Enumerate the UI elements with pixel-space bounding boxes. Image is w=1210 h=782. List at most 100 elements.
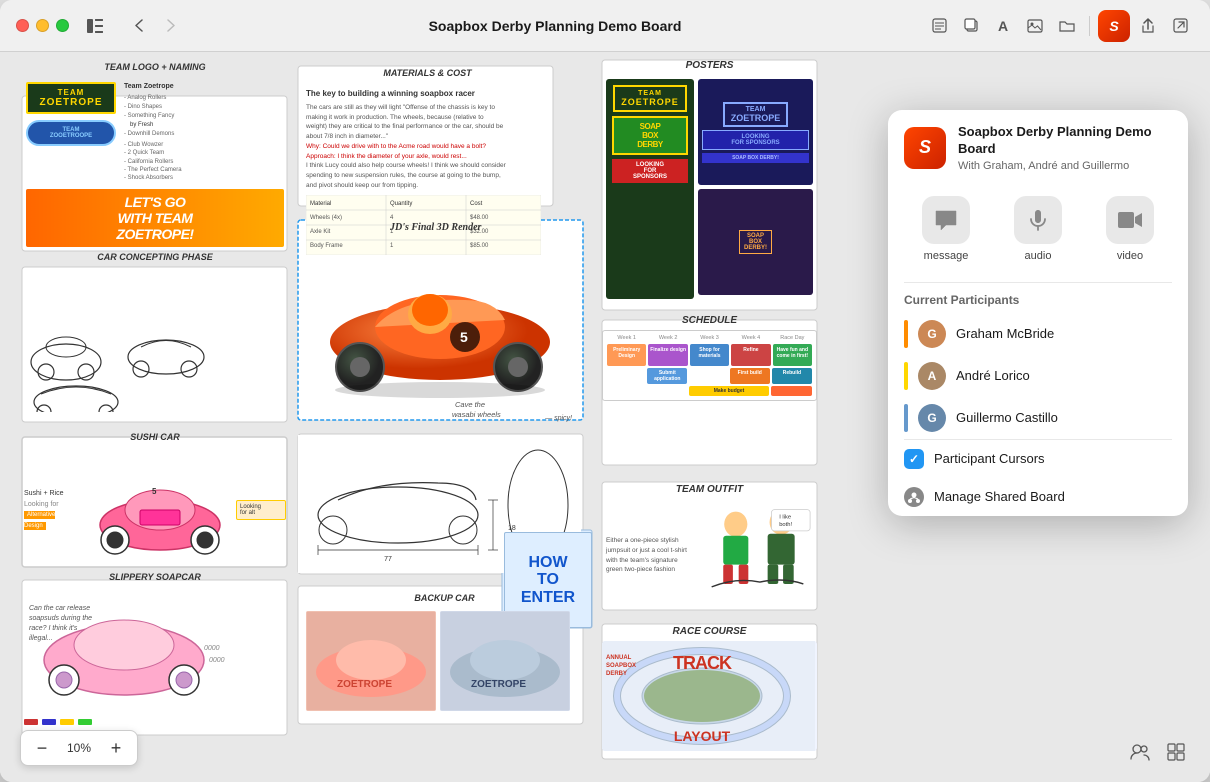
share-icon[interactable] [1134,12,1162,40]
svg-text:Material: Material [310,201,331,207]
forward-button[interactable] [157,12,185,40]
graham-name: Graham McBride [956,326,1054,341]
svg-text:both!: both! [779,522,792,528]
3d-render-section: 5 Cave the wasabi wheels — spicy! [300,242,580,417]
svg-text:SOAPBOX: SOAPBOX [606,663,636,669]
zoom-toolbar: − 10% + [20,730,138,766]
graham-indicator [904,320,908,348]
collaborators-icon[interactable] [1126,738,1154,766]
close-button[interactable] [16,19,29,32]
guillermo-indicator [904,404,908,432]
text-tool-icon[interactable]: A [989,12,1017,40]
svg-text:DERBY: DERBY [606,671,627,677]
sidebar-toggle-icon[interactable] [81,12,109,40]
svg-text:ANNUAL: ANNUAL [606,655,632,661]
audio-label: audio [1025,250,1052,262]
new-window-icon[interactable] [1166,12,1194,40]
window: Soapbox Derby Planning Demo Board A [0,0,1210,782]
app-logo[interactable]: S [1098,10,1130,42]
svg-text:TRACK: TRACK [673,653,732,673]
minimize-button[interactable] [36,19,49,32]
team-outfit-section: TEAM OUTFIT Either a one-piece stylish j… [602,484,817,609]
svg-text:Cave the: Cave the [455,400,485,409]
manage-shared-board-option[interactable]: Manage Shared Board [888,478,1188,516]
race-course-title: RACE COURSE [602,626,817,637]
svg-text:Cost: Cost [470,201,483,207]
section-materials: MATERIALS & COST The key to building a w… [300,68,555,265]
cursors-label: Participant Cursors [934,451,1045,466]
manage-board-label: Manage Shared Board [934,489,1065,504]
svg-text:ZOETROPE: ZOETROPE [337,679,392,690]
nav-buttons [125,12,185,40]
titlebar: Soapbox Derby Planning Demo Board A [0,0,1210,52]
popup-app-icon: S [904,127,946,169]
posters-title: POSTERS [602,60,817,71]
zoom-out-button[interactable]: − [31,737,53,759]
canvas-area[interactable]: TEAM LOGO + NAMING TEAM ZOETROPE TEAM ZO… [0,52,1210,782]
materials-title: MATERIALS & COST [300,68,555,78]
popup-header: S Soapbox Derby Planning Demo Board With… [888,110,1188,182]
video-label: video [1117,250,1143,262]
cave-wheels-note: — spicy! [545,415,572,422]
backup-car-section: BACKUP CAR ZOETROPE [300,589,583,721]
popup-header-text: Soapbox Derby Planning Demo Board With G… [958,124,1172,172]
titlebar-actions: A S [925,10,1194,42]
traffic-lights [16,19,69,32]
insert-image-icon[interactable] [1021,12,1049,40]
svg-text:race? I think it's: race? I think it's [29,625,78,632]
svg-text:wasabi wheels: wasabi wheels [452,410,501,417]
zoom-display: 10% [61,741,97,755]
message-button[interactable]: message [904,188,988,270]
manage-board-icon [904,487,924,507]
popup-board-title: Soapbox Derby Planning Demo Board [958,124,1172,158]
sushi-car-title: SUSHI CAR [20,432,290,442]
outfit-title: TEAM OUTFIT [602,484,817,495]
posters-section: POSTERS TEAM ZOETROPE SOAP BOX DERBY LOO… [602,60,817,310]
video-button[interactable]: video [1088,188,1172,270]
participants-section-title: Current Participants [888,283,1188,313]
section-car-concepting: CAR CONCEPTING PHASE [20,252,290,423]
copy-board-icon[interactable] [957,12,985,40]
guillermo-avatar: G [918,404,946,432]
section-sushi-car: SUSHI CAR Sushi + Rice Looking for Alter… [20,432,290,574]
message-label: message [924,250,969,262]
car-concepting-title: CAR CONCEPTING PHASE [20,252,290,262]
svg-text:LAYOUT: LAYOUT [674,728,731,744]
back-button[interactable] [125,12,153,40]
svg-text:Wheels (4x): Wheels (4x) [310,215,342,221]
svg-text:ZOETROPE: ZOETROPE [471,679,526,690]
svg-text:Axle Kit: Axle Kit [310,229,331,235]
bottom-right-toolbar [1126,738,1190,766]
grid-view-icon[interactable] [1162,738,1190,766]
graham-avatar: G [918,320,946,348]
folder-icon[interactable] [1053,12,1081,40]
section-team-logo: TEAM LOGO + NAMING TEAM ZOETROPE TEAM ZO… [20,62,290,253]
popup-actions: message audio [888,182,1188,282]
guillermo-name: Guillermo Castillo [956,410,1058,425]
svg-text:0000: 0000 [209,657,225,664]
backup-car-title: BACKUP CAR [306,593,583,603]
participant-graham: G Graham McBride [888,313,1188,355]
participant-andre: A André Lorico [888,355,1188,397]
svg-text:Can the car release: Can the car release [29,605,90,612]
fullscreen-button[interactable] [56,19,69,32]
svg-text:$48.00: $48.00 [470,215,489,221]
schedule-title: SCHEDULE [602,315,817,326]
schedule-section: SCHEDULE Week 1 Week 2 Week 3 Week 4 Rac… [602,315,817,401]
video-icon [1106,196,1154,244]
notes-icon[interactable] [925,12,953,40]
participant-guillermo: G Guillermo Castillo [888,397,1188,439]
andre-name: André Lorico [956,368,1030,383]
audio-button[interactable]: audio [996,188,1080,270]
svg-text:0000: 0000 [204,645,220,652]
svg-text:Quantity: Quantity [390,201,412,207]
jd-render-label: JD's Final 3D Render [390,222,481,233]
window-title: Soapbox Derby Planning Demo Board [197,18,913,34]
andre-indicator [904,362,908,390]
cursors-check-icon: ✓ [904,449,924,469]
zoom-in-button[interactable]: + [105,737,127,759]
team-logo-title: TEAM LOGO + NAMING [20,62,290,72]
participant-cursors-option[interactable]: ✓ Participant Cursors [888,440,1188,478]
svg-text:5: 5 [460,329,468,345]
svg-text:5: 5 [152,487,157,496]
